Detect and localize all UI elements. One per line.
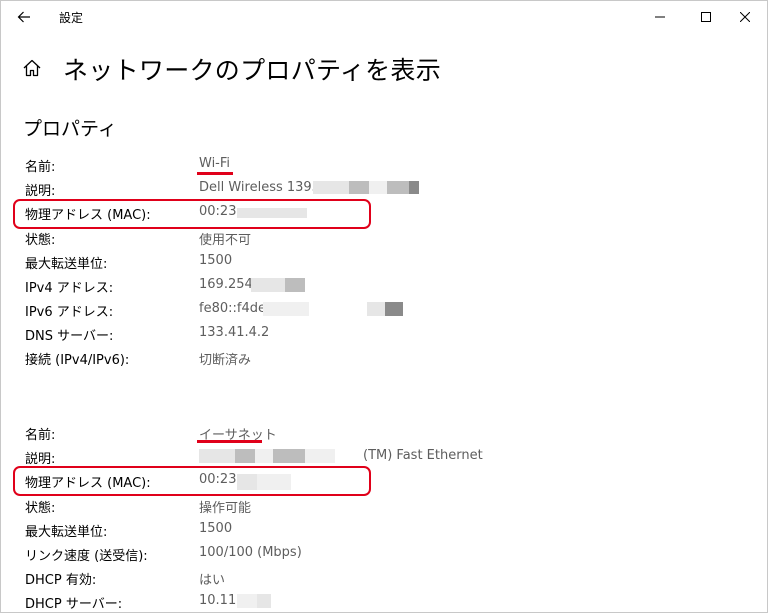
property-label: IPv4 アドレス: — [25, 281, 114, 296]
property-label: DNS サーバー: — [25, 329, 114, 344]
property-value: 100/100 (Mbps) — [199, 545, 302, 560]
close-icon — [740, 12, 750, 22]
property-label: 説明: — [25, 452, 56, 467]
close-button[interactable] — [722, 1, 768, 33]
minimize-icon — [655, 16, 665, 18]
property-label: 名前: — [25, 428, 56, 443]
redaction-block — [273, 449, 305, 463]
page-title: ネットワークのプロパティを表示 — [63, 56, 442, 85]
property-label: 状態: — [25, 233, 56, 248]
property-row-ipv4: IPv4 アドレス: 169.254. — [25, 275, 725, 297]
redaction-block — [305, 449, 335, 463]
back-button[interactable] — [11, 5, 37, 29]
redaction-block — [255, 449, 273, 463]
arrow-left-icon — [17, 11, 30, 23]
home-button[interactable] — [21, 57, 45, 81]
redaction-block — [367, 302, 385, 316]
property-value: 169.254. — [199, 277, 257, 292]
property-value: 133.41.4.2 — [199, 325, 270, 340]
property-row-link-speed: リンク速度 (送受信): 100/100 (Mbps) — [25, 543, 725, 565]
property-row-name: 名前: Wi-Fi — [25, 154, 725, 176]
settings-window: 設定 ネットワークのプロパティを表示 プロパティ 名前: Wi-Fi 説明: D… — [0, 0, 768, 613]
highlight-underline — [197, 440, 262, 443]
property-value: Dell Wireless 1395 — [199, 180, 320, 195]
property-value: はい — [199, 573, 226, 588]
property-row-dhcp-enabled: DHCP 有効: はい — [25, 567, 725, 589]
redaction-block — [387, 181, 409, 194]
property-value: Wi-Fi — [199, 156, 231, 171]
property-row-mtu: 最大転送単位: 1500 — [25, 519, 725, 541]
redaction-block — [385, 302, 403, 316]
redaction-block — [349, 181, 369, 194]
highlight-box-mac — [13, 466, 371, 496]
redaction-block — [257, 594, 271, 608]
property-label: DHCP 有効: — [25, 573, 97, 588]
property-label: 接続 (IPv4/IPv6): — [25, 353, 130, 368]
redaction-block — [313, 181, 349, 194]
redaction-block — [285, 278, 305, 292]
property-row-name: 名前: イーサネット — [25, 422, 725, 444]
property-label: リンク速度 (送受信): — [25, 549, 148, 564]
property-label: 状態: — [25, 501, 56, 516]
property-label: 最大転送単位: — [25, 257, 108, 272]
property-row-description: 説明: (TM) Fast Ethernet — [25, 446, 725, 468]
highlight-box-mac — [13, 199, 371, 229]
property-value: 1500 — [199, 521, 233, 536]
property-value: 1500 — [199, 253, 233, 268]
title-bar: 設定 — [1, 1, 767, 33]
redaction-block — [199, 449, 235, 463]
redaction-block — [235, 449, 255, 463]
property-label: IPv6 アドレス: — [25, 305, 114, 320]
property-value: 使用不可 — [199, 233, 252, 248]
redaction-block — [409, 181, 419, 194]
property-value: 切断済み — [199, 353, 252, 368]
property-value: fe80::f4de — [199, 301, 266, 316]
property-label: 名前: — [25, 160, 56, 175]
redaction-block — [251, 278, 285, 292]
property-label: 最大転送単位: — [25, 525, 108, 540]
property-label: DHCP サーバー: — [25, 597, 123, 612]
maximize-icon — [701, 12, 711, 22]
section-title: プロパティ — [23, 118, 117, 140]
property-row-mtu: 最大転送単位: 1500 — [25, 251, 725, 273]
minimize-button[interactable] — [637, 1, 683, 33]
property-row-connection: 接続 (IPv4/IPv6): 切断済み — [25, 347, 725, 369]
property-value: 操作可能 — [199, 501, 252, 516]
highlight-underline — [197, 172, 233, 175]
window-title: 設定 — [59, 11, 84, 25]
property-row-status: 状態: 操作可能 — [25, 495, 725, 517]
property-value: 10.11. — [199, 593, 241, 608]
redaction-block — [369, 181, 387, 194]
redaction-block — [237, 594, 257, 608]
redaction-block — [263, 302, 309, 316]
property-row-status: 状態: 使用不可 — [25, 227, 725, 249]
home-icon — [23, 59, 41, 77]
property-row-dhcp-server: DHCP サーバー: 10.11. — [25, 591, 725, 613]
property-row-dns: DNS サーバー: 133.41.4.2 — [25, 323, 725, 345]
property-value: (TM) Fast Ethernet — [363, 448, 483, 463]
property-label: 説明: — [25, 184, 56, 199]
